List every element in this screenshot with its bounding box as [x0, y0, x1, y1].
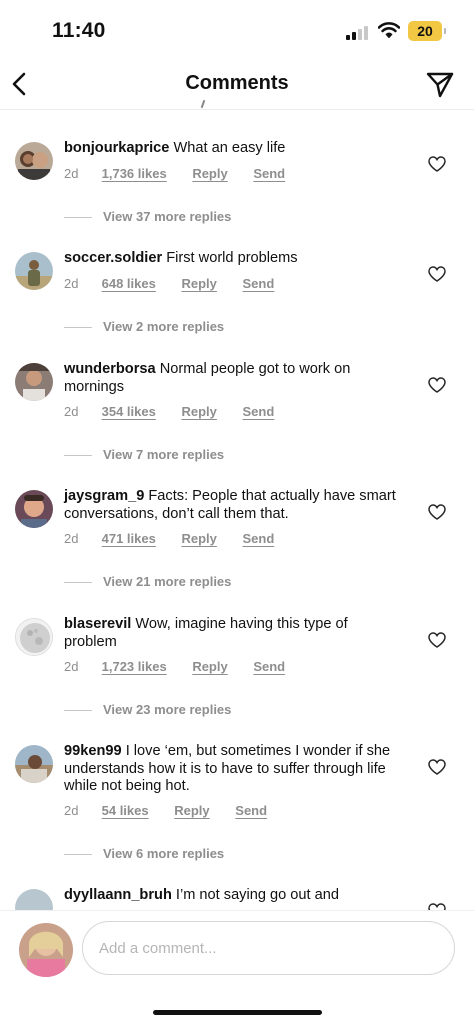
- view-replies-button[interactable]: View 2 more replies: [64, 319, 224, 334]
- comment-composer: [0, 910, 474, 1025]
- comment-username[interactable]: blaserevil: [64, 616, 131, 632]
- status-time: 11:40: [52, 19, 106, 42]
- avatar[interactable]: [15, 618, 53, 656]
- comment-time: 2d: [64, 404, 79, 419]
- send-button[interactable]: Send: [235, 803, 267, 818]
- comment-input[interactable]: [82, 921, 455, 975]
- comment-meta: 2d 54 likes Reply Send: [64, 803, 289, 818]
- comment-username[interactable]: jaysgram_9: [64, 488, 144, 504]
- comment-meta: 2d 471 likes Reply Send: [64, 531, 296, 546]
- avatar[interactable]: [15, 252, 53, 290]
- comment-time: 2d: [64, 166, 79, 181]
- comment-meta: 2d 1,723 likes Reply Send: [64, 659, 307, 674]
- home-indicator: [153, 1010, 322, 1015]
- likes-link[interactable]: 471 likes: [102, 531, 156, 546]
- view-replies-button[interactable]: View 6 more replies: [64, 846, 224, 861]
- comment-text: soccer.soldier First world problems: [64, 250, 404, 268]
- comment-meta: 2d 648 likes Reply Send: [64, 276, 296, 291]
- view-replies-label: View 2 more replies: [103, 319, 225, 334]
- comment-username[interactable]: 99ken99: [64, 743, 122, 759]
- heart-icon[interactable]: [428, 759, 446, 775]
- view-replies-label: View 21 more replies: [103, 574, 232, 589]
- comment-body: What an easy life: [173, 140, 286, 156]
- comment-time: 2d: [64, 659, 79, 674]
- view-replies-button[interactable]: View 21 more replies: [64, 574, 231, 589]
- reply-button[interactable]: Reply: [192, 166, 227, 181]
- reply-button[interactable]: Reply: [181, 404, 216, 419]
- avatar[interactable]: [15, 142, 53, 180]
- comment-time: 2d: [64, 803, 79, 818]
- comment-time: 2d: [64, 531, 79, 546]
- send-button[interactable]: Send: [243, 531, 275, 546]
- battery-indicator: 20: [408, 21, 446, 41]
- comment-time: 2d: [64, 276, 79, 291]
- avatar[interactable]: [15, 363, 53, 401]
- send-button[interactable]: Send: [253, 659, 285, 674]
- view-replies-button[interactable]: View 23 more replies: [64, 702, 231, 717]
- replies-divider: [64, 455, 92, 457]
- avatar[interactable]: [15, 745, 53, 783]
- header: Comments: [0, 62, 474, 110]
- likes-link[interactable]: 1,723 likes: [102, 659, 167, 674]
- heart-icon[interactable]: [428, 377, 446, 393]
- replies-divider: [64, 217, 92, 219]
- status-bar: 11:40 20: [0, 0, 474, 62]
- view-replies-label: View 6 more replies: [103, 846, 225, 861]
- view-replies-label: View 23 more replies: [103, 702, 232, 717]
- comment-username[interactable]: bonjourkaprice: [64, 140, 169, 156]
- likes-link[interactable]: 1,736 likes: [102, 166, 167, 181]
- comment-text: blaserevil Wow, imagine having this type…: [64, 616, 404, 651]
- replies-divider: [64, 710, 92, 712]
- comment-body: First world problems: [166, 250, 298, 266]
- comment-text: 99ken99 I love ‘em, but sometimes I wond…: [64, 743, 404, 796]
- replies-divider: [64, 327, 92, 329]
- send-button[interactable]: Send: [243, 404, 275, 419]
- avatar[interactable]: [15, 490, 53, 528]
- send-button[interactable]: Send: [253, 166, 285, 181]
- cellular-signal-icon: [346, 24, 372, 40]
- likes-link[interactable]: 354 likes: [102, 404, 156, 419]
- view-replies-label: View 37 more replies: [103, 209, 232, 224]
- comment-text: wunderborsa Normal people got to work on…: [64, 361, 404, 396]
- reply-button[interactable]: Reply: [174, 803, 209, 818]
- current-user-avatar[interactable]: [19, 923, 73, 977]
- wifi-icon: [378, 22, 400, 39]
- view-replies-button[interactable]: View 37 more replies: [64, 209, 231, 224]
- reply-button[interactable]: Reply: [181, 276, 216, 291]
- comment-username[interactable]: soccer.soldier: [64, 250, 162, 266]
- comment-meta: 2d 1,736 likes Reply Send: [64, 166, 307, 181]
- replies-divider: [64, 854, 92, 856]
- comment-meta: 2d 354 likes Reply Send: [64, 404, 296, 419]
- reply-button[interactable]: Reply: [181, 531, 216, 546]
- comment-text: bonjourkaprice What an easy life: [64, 140, 404, 158]
- likes-link[interactable]: 54 likes: [102, 803, 149, 818]
- heart-icon[interactable]: [428, 266, 446, 282]
- direct-message-icon[interactable]: [425, 70, 455, 98]
- comment-text: jaysgram_9 Facts: People that actually h…: [64, 488, 404, 523]
- reply-button[interactable]: Reply: [192, 659, 227, 674]
- heart-icon[interactable]: [428, 156, 446, 172]
- view-replies-button[interactable]: View 7 more replies: [64, 447, 224, 462]
- view-replies-label: View 7 more replies: [103, 447, 225, 462]
- heart-icon[interactable]: [428, 504, 446, 520]
- send-button[interactable]: Send: [243, 276, 275, 291]
- replies-divider: [64, 582, 92, 584]
- comment-body: I’m not saying go out and: [175, 887, 339, 903]
- comment-text: dyyllaann_bruh I’m not saying go out and: [64, 887, 404, 905]
- comment-username[interactable]: dyyllaann_bruh: [64, 887, 172, 903]
- heart-icon[interactable]: [428, 632, 446, 648]
- comment-username[interactable]: wunderborsa: [64, 361, 156, 377]
- likes-link[interactable]: 648 likes: [102, 276, 156, 291]
- page-title: Comments: [185, 72, 289, 94]
